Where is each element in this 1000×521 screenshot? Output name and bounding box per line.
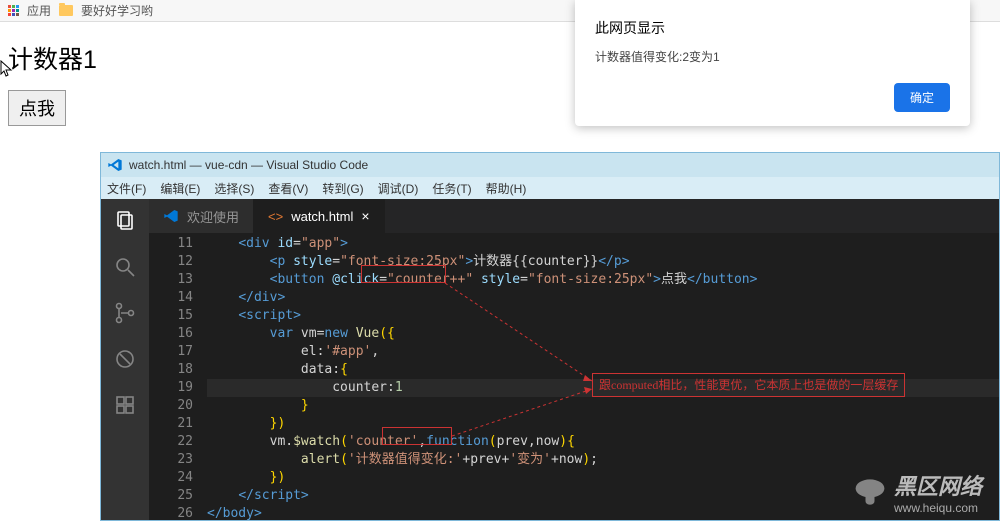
vscode-title-bar: watch.html — vue-cdn — Visual Studio Cod… [101,153,999,177]
watermark-sub: www.heiqu.com [894,501,982,515]
menu-debug[interactable]: 调试(D) [378,180,419,197]
close-icon[interactable]: × [361,208,369,224]
vscode-logo-icon [107,157,123,173]
menu-help[interactable]: 帮助(H) [486,180,527,197]
debug-icon[interactable] [113,347,137,371]
bookmark-label[interactable]: 要好好学习哟 [81,2,153,19]
menu-edit[interactable]: 编辑(E) [160,180,200,197]
watermark-main: 黑区网络 [894,474,982,499]
tab-label: 欢迎使用 [187,207,239,226]
annotation-text: 跟computed相比，性能更优，它本质上也是做的一层缓存 [592,373,905,397]
activity-bar [101,199,149,520]
alert-message: 计数器值得变化:2变为1 [595,48,950,65]
vscode-menu-bar: 文件(F) 编辑(E) 选择(S) 查看(V) 转到(G) 调试(D) 任务(T… [101,177,999,199]
alert-title: 此网页显示 [595,18,950,38]
menu-task[interactable]: 任务(T) [432,180,471,197]
vscode-title: watch.html — vue-cdn — Visual Studio Cod… [129,158,368,172]
mushroom-icon [852,474,888,510]
click-me-button[interactable]: 点我 [8,90,66,126]
editor-tabs: 欢迎使用 <> watch.html × [149,199,999,233]
alert-ok-button[interactable]: 确定 [894,83,950,112]
apps-icon[interactable] [8,5,19,16]
tab-welcome[interactable]: 欢迎使用 [149,199,254,233]
vscode-window: watch.html — vue-cdn — Visual Studio Cod… [100,152,1000,521]
tab-label: watch.html [291,209,353,224]
bookmark-folder-icon[interactable] [59,5,73,16]
search-icon[interactable] [113,255,137,279]
menu-select[interactable]: 选择(S) [214,180,254,197]
mouse-cursor-icon [0,60,14,78]
source-control-icon[interactable] [113,301,137,325]
menu-view[interactable]: 查看(V) [268,180,308,197]
watermark: 黑区网络 www.heiqu.com [852,469,982,515]
menu-file[interactable]: 文件(F) [107,180,146,197]
menu-goto[interactable]: 转到(G) [322,180,363,197]
line-number-gutter: 1112131415161718192021222324252627 [149,233,207,520]
vscode-logo-icon [163,208,179,224]
extensions-icon[interactable] [113,393,137,417]
tab-watch-html[interactable]: <> watch.html × [254,199,385,233]
js-alert-dialog: 此网页显示 计数器值得变化:2变为1 确定 [575,0,970,126]
apps-label[interactable]: 应用 [27,2,51,19]
explorer-icon[interactable] [113,209,137,233]
